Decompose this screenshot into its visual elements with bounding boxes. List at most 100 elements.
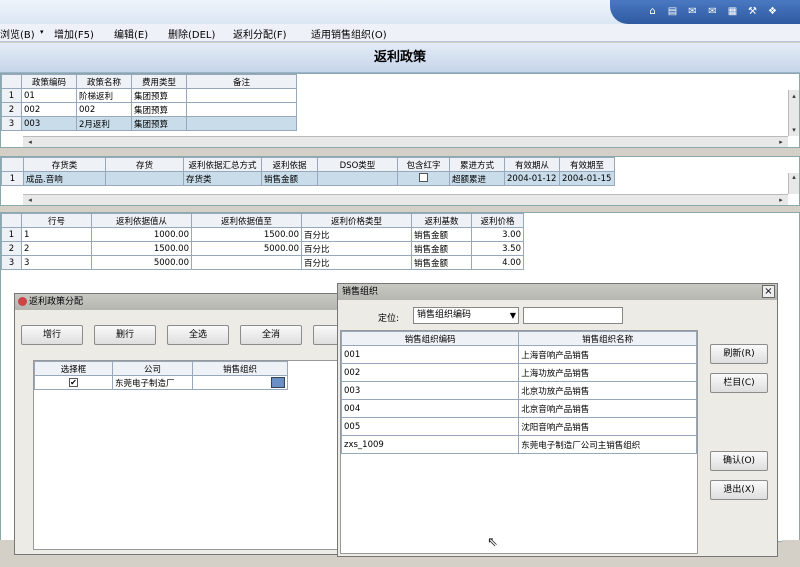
cell-name[interactable]: 上海功放产品销售 — [518, 363, 697, 382]
scroll-up-icon[interactable]: ▴ — [789, 92, 799, 100]
vertical-scrollbar[interactable]: ▴ — [788, 173, 799, 194]
table-row[interactable]: 003 北京功放产品销售 — [340, 381, 697, 400]
table-row[interactable]: 001 上海音响产品销售 — [340, 345, 697, 364]
help-icon[interactable]: ❖ — [766, 5, 779, 18]
cell[interactable]: 002 — [21, 102, 77, 117]
refresh-button[interactable]: 刷新(R) — [710, 344, 768, 364]
scroll-down-icon[interactable]: ▾ — [789, 126, 799, 134]
calendar-icon[interactable]: ▦ — [726, 5, 739, 18]
cell[interactable]: 5000.00 — [91, 255, 192, 270]
cell-sales-org[interactable] — [192, 375, 288, 390]
menu-sales-org[interactable]: 适用销售组织(O) — [311, 26, 387, 41]
cell[interactable]: 2月返利 — [76, 116, 132, 131]
cell-code[interactable]: 001 — [340, 345, 520, 364]
cell-name[interactable]: 北京音响产品销售 — [518, 399, 697, 418]
table-row[interactable]: 002 上海功放产品销售 — [340, 363, 697, 382]
cell-code[interactable]: 005 — [340, 417, 520, 436]
scroll-right-icon[interactable]: ▸ — [776, 138, 786, 146]
cell[interactable] — [186, 102, 297, 117]
cell-name[interactable]: 东莞电子制造厂公司主销售组织 — [518, 435, 697, 454]
locate-input[interactable] — [523, 307, 623, 324]
cell[interactable]: 销售金额 — [411, 241, 472, 256]
col-header[interactable]: 返利依据 — [261, 157, 318, 172]
horizontal-scrollbar[interactable]: ◂ ▸ — [23, 136, 788, 147]
col-header[interactable]: 返利基数 — [411, 213, 472, 228]
cell[interactable] — [186, 88, 297, 103]
cell[interactable]: 4.00 — [471, 255, 524, 270]
col-header[interactable]: 销售组织名称 — [518, 331, 697, 346]
document-icon[interactable]: ▤ — [666, 5, 679, 18]
cell[interactable]: 1500.00 — [191, 227, 302, 242]
select-checkbox-cell[interactable]: ✔ — [34, 375, 113, 390]
delete-row-button[interactable]: 删行 — [94, 325, 156, 345]
cell-code[interactable]: 004 — [340, 399, 520, 418]
col-header[interactable]: 费用类型 — [131, 74, 187, 89]
table-row-selected[interactable]: 1 成品.音响 存货类 销售金额 超额累进 2004-01-12 2004-01… — [1, 171, 615, 186]
col-header[interactable]: 返利依据汇总方式 — [183, 157, 262, 172]
deselect-all-button[interactable]: 全消 — [240, 325, 302, 345]
cell[interactable]: 5000.00 — [191, 241, 302, 256]
scroll-right-icon[interactable]: ▸ — [776, 196, 786, 204]
scroll-left-icon[interactable]: ◂ — [25, 138, 35, 146]
scroll-up-icon[interactable]: ▴ — [789, 173, 799, 181]
cell[interactable]: 阶梯返利 — [76, 88, 132, 103]
scroll-left-icon[interactable]: ◂ — [25, 196, 35, 204]
cell[interactable]: 集团预算 — [131, 88, 187, 103]
email-icon[interactable]: ✉ — [706, 5, 719, 18]
cell[interactable]: 集团预算 — [131, 102, 187, 117]
col-header[interactable]: 备注 — [186, 74, 297, 89]
menu-browse[interactable]: 浏览(B) — [0, 26, 35, 41]
cell[interactable] — [186, 116, 297, 131]
cell[interactable]: 01 — [21, 88, 77, 103]
table-row[interactable]: 2 2 1500.00 5000.00 百分比 销售金额 3.50 — [1, 241, 524, 256]
table-row[interactable]: 005 沈阳音响产品销售 — [340, 417, 697, 436]
vertical-scrollbar[interactable]: ▴ ▾ — [788, 90, 799, 136]
cell[interactable] — [191, 255, 302, 270]
cell[interactable]: 003 — [21, 116, 77, 131]
table-row-selected[interactable]: 3 003 2月返利 集团预算 — [1, 116, 297, 131]
chevron-down-icon[interactable]: ▼ — [510, 308, 516, 323]
col-header[interactable]: 销售组织 — [192, 361, 288, 376]
col-header[interactable]: 返利价格类型 — [301, 213, 412, 228]
cell[interactable]: 存货类 — [183, 171, 262, 186]
locate-select[interactable]: 销售组织编码 ▼ — [413, 307, 519, 324]
chevron-down-icon[interactable]: ▾ — [40, 28, 44, 36]
cell[interactable] — [317, 171, 398, 186]
cell-name[interactable]: 北京功放产品销售 — [518, 381, 697, 400]
checkbox-checked[interactable]: ✔ — [69, 377, 78, 387]
cell[interactable] — [105, 171, 184, 186]
col-header[interactable]: DSO类型 — [317, 157, 398, 172]
table-row[interactable]: 1 01 阶梯返利 集团预算 — [1, 88, 297, 103]
cell[interactable]: 1000.00 — [91, 227, 192, 242]
col-header[interactable]: 存货类 — [23, 157, 106, 172]
cell[interactable]: 2004-01-15 — [559, 171, 615, 186]
cell-name[interactable]: 沈阳音响产品销售 — [518, 417, 697, 436]
cell[interactable]: 销售金额 — [261, 171, 318, 186]
menu-edit[interactable]: 编辑(E) — [114, 26, 148, 41]
cell[interactable]: 2004-01-12 — [504, 171, 560, 186]
more-button[interactable] — [313, 325, 339, 345]
col-header[interactable]: 返利依据值从 — [91, 213, 192, 228]
cell[interactable]: 3 — [21, 255, 92, 270]
col-header[interactable]: 存货 — [105, 157, 184, 172]
cell[interactable]: 3.00 — [471, 227, 524, 242]
cell[interactable]: 销售金额 — [411, 255, 472, 270]
cell-checkbox[interactable] — [397, 171, 450, 186]
col-header[interactable]: 政策名称 — [76, 74, 132, 89]
cell[interactable]: 百分比 — [301, 241, 412, 256]
cell-code[interactable]: 002 — [340, 363, 520, 382]
table-row[interactable]: zxs_1009 东莞电子制造厂公司主销售组织 — [340, 435, 697, 454]
cell[interactable]: 百分比 — [301, 227, 412, 242]
add-row-button[interactable]: 增行 — [21, 325, 83, 345]
cell-code[interactable]: 003 — [340, 381, 520, 400]
lookup-icon[interactable] — [271, 377, 285, 388]
message-icon[interactable]: ✉ — [686, 5, 699, 18]
col-header[interactable]: 累进方式 — [449, 157, 505, 172]
menu-delete[interactable]: 删除(DEL) — [168, 26, 215, 41]
close-icon[interactable]: × — [762, 285, 775, 298]
columns-button[interactable]: 栏目(C) — [710, 373, 768, 393]
menu-rebate-assign[interactable]: 返利分配(F) — [233, 26, 287, 41]
table-row[interactable]: 3 3 5000.00 百分比 销售金额 4.00 — [1, 255, 524, 270]
cell[interactable]: 百分比 — [301, 255, 412, 270]
cell-name[interactable]: 上海音响产品销售 — [518, 345, 697, 364]
